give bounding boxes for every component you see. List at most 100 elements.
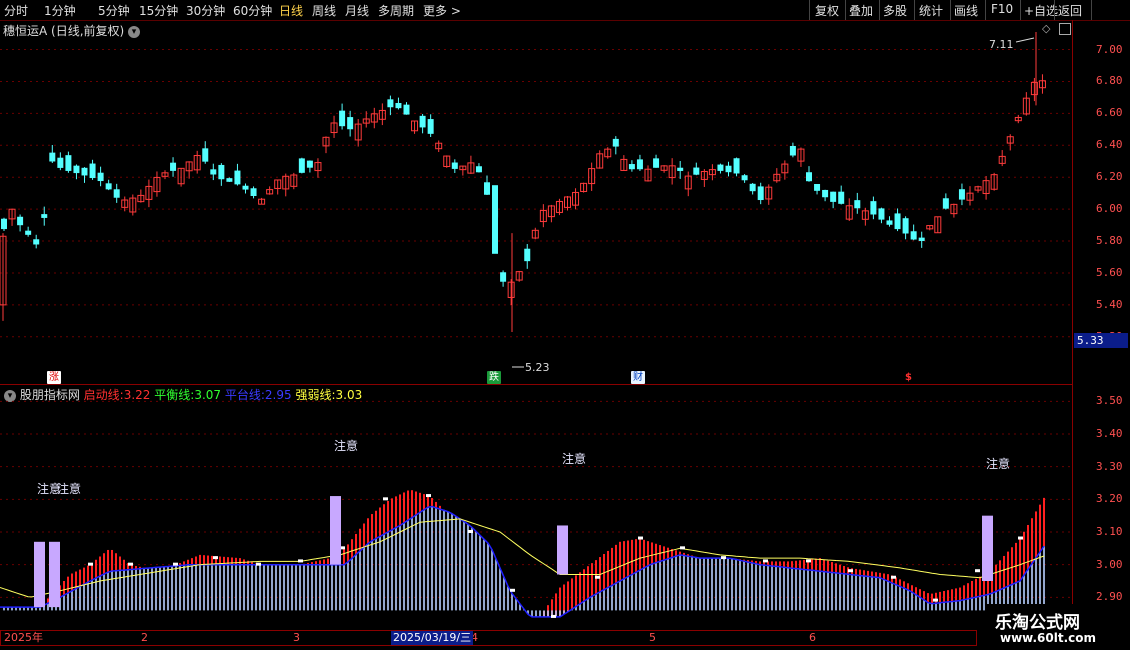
- tab-more[interactable]: 更多 >: [423, 2, 461, 19]
- signal-marker: [975, 569, 980, 573]
- price-tick-label: 5.80: [1096, 234, 1123, 248]
- toolbar-divider: [985, 0, 986, 20]
- note-label: 注意: [57, 482, 82, 496]
- toolbar-divider: [1054, 0, 1055, 20]
- indicator-tick-label: 3.10: [1096, 525, 1123, 538]
- price-tick-label: 7.00: [1096, 42, 1123, 56]
- finance-tag[interactable]: 财: [631, 371, 645, 384]
- candle-body: [492, 185, 498, 254]
- time-label: 2: [141, 631, 148, 644]
- candle-body: [830, 191, 837, 202]
- candle-body: [65, 155, 72, 171]
- tab-1min[interactable]: 1分钟: [44, 2, 76, 19]
- tab-30min[interactable]: 30分钟: [186, 2, 225, 19]
- tab-60min[interactable]: 60分钟: [233, 2, 272, 19]
- candle-body: [347, 117, 354, 130]
- tab-daily[interactable]: 日线: [279, 2, 303, 19]
- signal-marker: [1018, 536, 1023, 540]
- candle-body: [306, 160, 313, 168]
- candle-body: [89, 163, 96, 179]
- signal-marker: [595, 575, 600, 579]
- time-label: 3: [293, 631, 300, 644]
- tab-monthly[interactable]: 月线: [345, 2, 369, 19]
- candle-body: [733, 158, 740, 174]
- price-tick-label: 6.20: [1096, 170, 1123, 184]
- add-watchlist-button[interactable]: 返回: [1058, 2, 1082, 19]
- price-tick-label: 6.80: [1096, 74, 1123, 88]
- multi-stock-button[interactable]: 多股: [883, 2, 907, 19]
- candle-body: [57, 157, 64, 168]
- watermark-url: www.60lt.com: [1000, 631, 1097, 645]
- candle-body: [822, 189, 829, 198]
- candle-body: [97, 172, 104, 182]
- candle-body: [918, 237, 925, 241]
- indicator-tick-label: 3.40: [1096, 427, 1123, 440]
- candlestick-chart[interactable]: [0, 20, 1072, 384]
- draw-line-button[interactable]: 画线: [954, 2, 978, 19]
- signal-marker: [848, 569, 853, 573]
- fuquan-button[interactable]: 复权: [815, 2, 839, 19]
- toolbar-divider: [914, 0, 915, 20]
- candle-body: [870, 201, 877, 215]
- low-price-label: 5.23: [525, 361, 550, 374]
- candle-body: [234, 170, 241, 185]
- note-label: 注意: [334, 439, 359, 453]
- signal-marker: [426, 494, 431, 498]
- indicator-tick-label: 3.00: [1096, 557, 1123, 571]
- candle-body: [958, 189, 965, 200]
- candle-body: [484, 182, 490, 195]
- candle-body: [902, 218, 909, 234]
- price-tick-label: 6.00: [1096, 202, 1123, 216]
- candle-body: [242, 185, 249, 190]
- signal-marker: [680, 546, 685, 550]
- limit-up-tag[interactable]: 涨: [47, 371, 61, 384]
- high-arrow: [1015, 37, 1035, 43]
- signal-marker: [256, 562, 261, 566]
- tab-weekly[interactable]: 周线: [312, 2, 336, 19]
- candle-body: [226, 178, 233, 182]
- overlay-button[interactable]: 叠加: [849, 2, 873, 19]
- candle-body: [612, 138, 619, 147]
- price-axis-divider: [1072, 20, 1073, 630]
- candle-body: [81, 167, 88, 176]
- indicator-chart[interactable]: [0, 385, 1072, 630]
- time-label: 2025年: [4, 631, 43, 644]
- candle-body: [218, 164, 225, 180]
- tab-5min[interactable]: 5分钟: [98, 2, 130, 19]
- attention-bar: [49, 541, 60, 608]
- toolbar-divider: [1091, 0, 1092, 20]
- tab-fenshi[interactable]: 分时: [4, 2, 28, 19]
- dividend-tag[interactable]: $: [903, 371, 914, 384]
- tab-15min[interactable]: 15分钟: [139, 2, 178, 19]
- toolbar-divider: [845, 0, 846, 20]
- candle-body: [693, 167, 700, 175]
- signal-marker: [298, 559, 303, 563]
- candle-body: [41, 214, 48, 218]
- candle-body: [717, 164, 724, 171]
- mark-button[interactable]: +自选: [1024, 2, 1058, 19]
- f10-button[interactable]: F10: [991, 2, 1013, 16]
- candle-body: [524, 248, 531, 262]
- signal-marker: [510, 588, 515, 592]
- limit-down-tag[interactable]: 跌: [487, 371, 501, 384]
- time-label: 6: [809, 631, 816, 644]
- note-label: 注意: [986, 457, 1011, 471]
- candle-body: [636, 159, 643, 170]
- signal-marker: [128, 562, 133, 566]
- candle-body: [419, 115, 426, 128]
- toolbar-divider: [879, 0, 880, 20]
- candle-body: [17, 216, 24, 226]
- candle-body: [814, 184, 821, 191]
- candle-body: [113, 189, 120, 198]
- candle-body: [475, 166, 482, 173]
- candle-body: [25, 230, 32, 235]
- signal-marker: [933, 598, 938, 602]
- tab-multi-period[interactable]: 多周期: [378, 2, 414, 19]
- candle-body: [427, 119, 434, 134]
- stats-button[interactable]: 统计: [919, 2, 943, 19]
- candle-body: [170, 162, 177, 171]
- candle-body: [451, 162, 458, 169]
- signal-marker: [763, 559, 768, 563]
- candle-body: [942, 198, 949, 209]
- watermark: 乐淘公式网 www.60lt.com: [985, 604, 1130, 650]
